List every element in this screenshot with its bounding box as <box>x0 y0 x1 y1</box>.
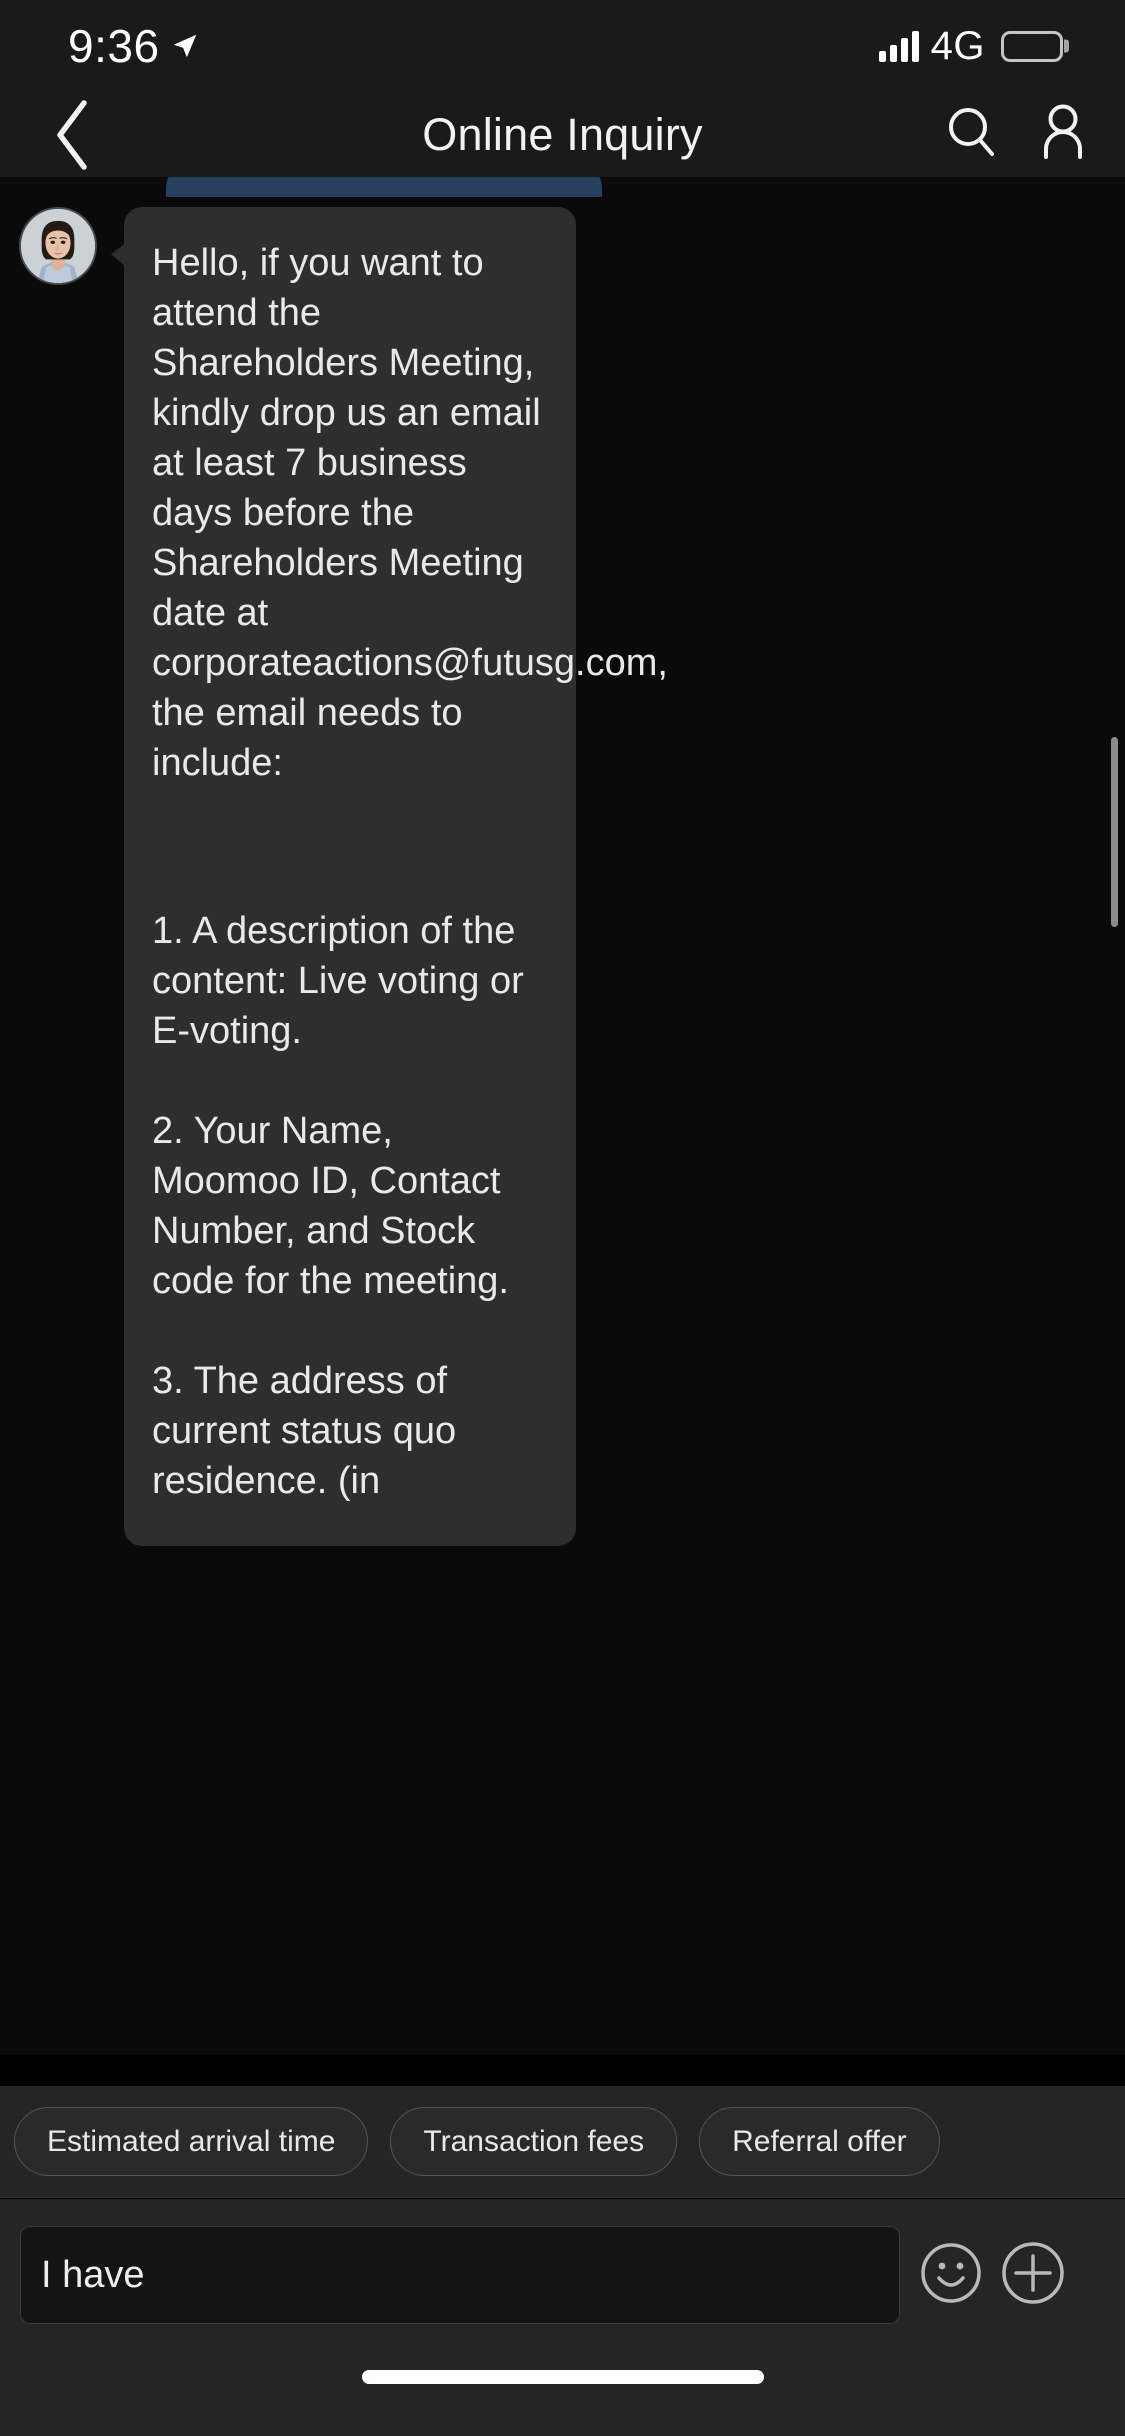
chip-label: Transaction fees <box>423 2124 645 2158</box>
person-icon <box>1044 104 1082 159</box>
add-attachment-button[interactable] <box>998 2238 1068 2313</box>
input-actions <box>918 2238 1068 2313</box>
avatar-photo <box>21 209 95 283</box>
home-indicator[interactable] <box>361 2370 764 2384</box>
network-label: 4G <box>930 23 985 68</box>
agent-avatar[interactable] <box>19 207 97 285</box>
quick-reply-chip-referral-offer[interactable]: Referral offer <box>699 2107 940 2176</box>
message-row-agent: Hello, if you want to attend the Shareho… <box>0 207 1125 1546</box>
profile-button[interactable] <box>1037 103 1089 166</box>
message-list-item-2: 2. Your Name, Moomoo ID, Contact Number,… <box>152 1110 509 1302</box>
chip-label: Estimated arrival time <box>47 2124 336 2158</box>
nav-actions <box>943 103 1089 166</box>
search-icon <box>949 108 994 156</box>
quick-reply-chip-estimated-arrival-time[interactable]: Estimated arrival time <box>14 2107 369 2176</box>
status-bar-right: 4G <box>878 23 1063 69</box>
home-indicator-area <box>0 2351 1125 2436</box>
message-list-item-1: 1. A description of the content: Live vo… <box>152 910 524 1052</box>
quick-reply-chip-transaction-fees[interactable]: Transaction fees <box>390 2107 678 2176</box>
chip-label: Referral offer <box>732 2124 907 2158</box>
status-bar: 9:36 4G <box>0 0 1125 92</box>
location-arrow-icon <box>173 34 196 58</box>
message-bubble-agent[interactable]: Hello, if you want to attend the Shareho… <box>111 207 668 1546</box>
vertical-scrollbar[interactable] <box>1111 737 1118 927</box>
emoji-button[interactable] <box>918 2240 984 2311</box>
cellular-bars-icon <box>878 30 919 62</box>
battery-full-icon <box>1001 30 1063 62</box>
message-input-bar: I have <box>0 2199 1125 2351</box>
status-time: 9:36 <box>68 20 160 72</box>
message-input-value: I have <box>41 2253 145 2296</box>
smiley-face-icon <box>921 2242 981 2303</box>
message-list-item-3: 3. The address of current status quo res… <box>152 1360 457 1502</box>
plus-circle-icon <box>1002 2241 1064 2304</box>
chat-message-list[interactable]: Hello, if you want to attend the Shareho… <box>0 177 1125 2055</box>
search-button[interactable] <box>943 103 1001 166</box>
previous-message-bubble[interactable] <box>166 177 602 197</box>
quick-reply-bar: Estimated arrival time Transaction fees … <box>0 2086 1125 2198</box>
message-intro-text: Hello, if you want to attend the Shareho… <box>152 242 668 784</box>
message-input[interactable]: I have <box>20 2226 900 2324</box>
navigation-bar: Online Inquiry <box>0 92 1125 177</box>
status-bar-left: 9:36 <box>68 19 200 73</box>
